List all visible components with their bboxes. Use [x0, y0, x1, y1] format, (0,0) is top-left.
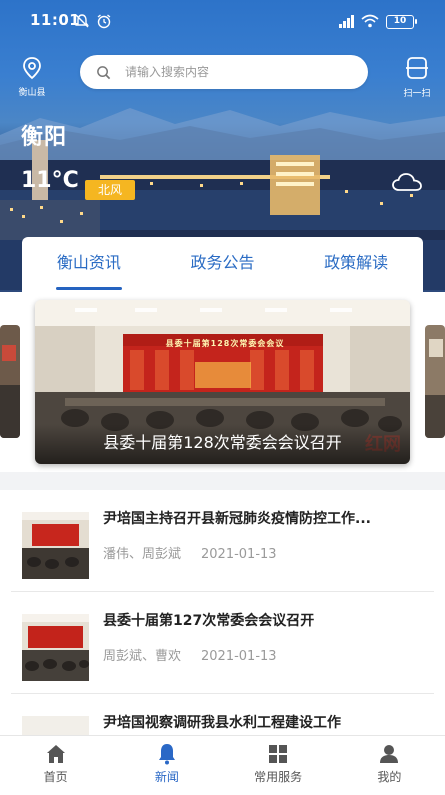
home-icon	[46, 745, 65, 763]
scan-icon	[406, 57, 428, 79]
search-icon	[97, 65, 111, 79]
news-item[interactable]: 尹培国视察调研我县水利工程建设工作	[11, 694, 434, 735]
news-title: 尹培国视察调研我县水利工程建设工作	[103, 715, 341, 731]
tab-policy-interpretation[interactable]: 政策解读	[289, 237, 423, 292]
nav-profile-label: 我的	[377, 770, 402, 784]
carousel-prev-slide[interactable]	[0, 325, 20, 438]
tab-government-notices[interactable]: 政务公告	[156, 237, 290, 292]
nav-home[interactable]: 首页	[0, 736, 111, 795]
news-thumbnail	[22, 614, 89, 681]
location-pin-icon	[23, 57, 41, 80]
next-slide-image	[425, 325, 445, 438]
news-list: 尹培国主持召开县新冠肺炎疫情防控工作... 潘伟、周彭斌 2021-01-13 县…	[0, 490, 445, 735]
news-title: 县委十届第127次常委会会议召开	[103, 613, 315, 629]
signal-icon	[339, 15, 354, 28]
news-date: 2021-01-13	[201, 649, 277, 664]
alarm-icon	[97, 14, 111, 29]
carousel-caption: 县委十届第128次常委会会议召开	[35, 424, 410, 464]
tab-hengshan-news[interactable]: 衡山资讯	[22, 237, 156, 292]
search-bar[interactable]	[80, 55, 368, 89]
news-item[interactable]: 尹培国主持召开县新冠肺炎疫情防控工作... 潘伟、周彭斌 2021-01-13	[11, 490, 434, 592]
news-item[interactable]: 县委十届第127次常委会会议召开 周彭斌、曹欢 2021-01-13	[11, 592, 434, 694]
wifi-icon	[361, 14, 379, 28]
news-carousel: 红网 县委十届第128次常委会会议 县委十届第128次常委会会议召开	[0, 292, 445, 472]
nav-news[interactable]: 新闻	[111, 736, 222, 795]
news-date: 2021-01-13	[201, 547, 277, 562]
status-bar: 11:01 10	[0, 0, 445, 44]
cloud-icon	[392, 173, 422, 191]
carousel-main-slide[interactable]: 红网 县委十届第128次常委会会议 县委十届第128次常委会会议召开	[35, 300, 410, 464]
weather-temperature: 11°C	[21, 168, 79, 193]
slide-banner-text: 县委十届第128次常委会会议	[165, 339, 285, 348]
nav-services[interactable]: 常用服务	[223, 736, 334, 795]
news-thumbnail	[22, 716, 89, 735]
news-meta: 潘伟、周彭斌 2021-01-13	[103, 543, 277, 562]
user-icon	[380, 745, 399, 763]
battery-indicator: 10	[386, 15, 417, 29]
news-thumbnail	[22, 512, 89, 579]
weather-city: 衡阳	[21, 125, 68, 150]
nav-home-label: 首页	[43, 770, 68, 784]
bell-off-icon	[75, 14, 89, 28]
prev-slide-image	[0, 325, 20, 438]
status-time: 11:01	[30, 11, 81, 29]
news-authors: 潘伟、周彭斌	[103, 547, 182, 562]
grid-icon	[269, 745, 288, 763]
location-label: 衡山县	[18, 88, 46, 98]
nav-profile[interactable]: 我的	[334, 736, 445, 795]
news-meta: 周彭斌、曹欢 2021-01-13	[103, 645, 277, 664]
nav-services-label: 常用服务	[254, 770, 303, 784]
nav-news-label: 新闻	[154, 770, 179, 784]
news-authors: 周彭斌、曹欢	[103, 649, 182, 664]
scan-label: 扫一扫	[403, 89, 431, 99]
search-input[interactable]	[125, 65, 345, 79]
news-title: 尹培国主持召开县新冠肺炎疫情防控工作...	[103, 511, 371, 527]
scan-button[interactable]: 扫一扫	[394, 56, 440, 99]
bell-icon	[158, 744, 175, 765]
news-tabs: 衡山资讯 政务公告 政策解读	[22, 237, 423, 292]
bottom-nav: 首页 新闻 常用服务 我的	[0, 735, 445, 795]
location-button[interactable]: 衡山县	[10, 56, 54, 98]
wind-badge: 北风	[85, 180, 135, 200]
carousel-next-slide[interactable]	[425, 325, 445, 438]
